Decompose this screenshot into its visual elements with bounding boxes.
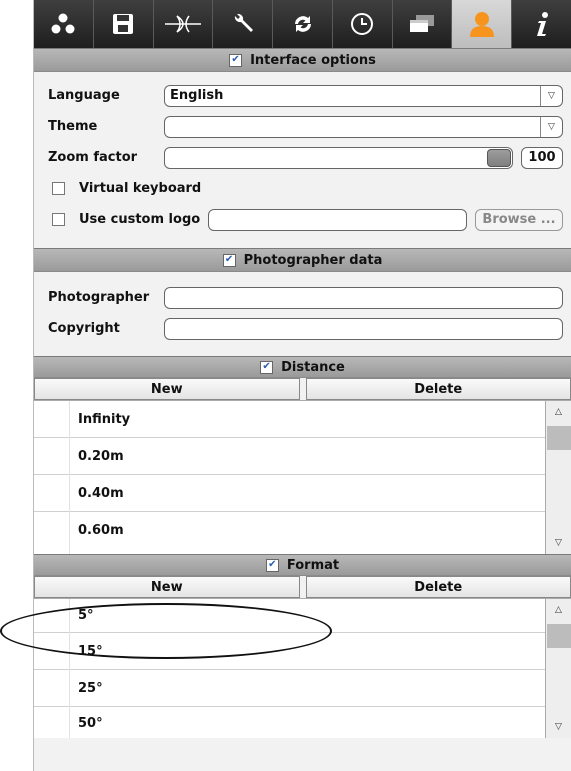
copyright-label: Copyright bbox=[48, 321, 120, 336]
toolbar-button-sync[interactable] bbox=[273, 0, 333, 48]
theme-row: Theme ▽ bbox=[34, 111, 571, 142]
language-value: English bbox=[170, 88, 224, 103]
photographer-input[interactable] bbox=[164, 286, 563, 309]
chevron-down-icon[interactable]: ▽ bbox=[540, 116, 562, 137]
browse-button[interactable]: Browse ... bbox=[475, 208, 563, 231]
format-list: 5° 15° 25° 50° △ ▽ bbox=[34, 598, 571, 738]
scrollbar-thumb[interactable] bbox=[547, 426, 571, 450]
section-checkbox[interactable]: ✔ bbox=[229, 53, 243, 67]
scrollbar-thumb[interactable] bbox=[547, 624, 571, 648]
format-scrollbar[interactable]: △ ▽ bbox=[545, 599, 571, 738]
scroll-down-icon[interactable]: ▽ bbox=[546, 716, 571, 738]
zoom-row: Zoom factor 100 bbox=[34, 142, 571, 173]
distance-button-row: New Delete bbox=[34, 378, 571, 400]
scroll-down-icon[interactable]: ▽ bbox=[546, 532, 571, 554]
wrench-icon bbox=[230, 11, 256, 37]
photographer-label: Photographer bbox=[48, 290, 150, 305]
virtual-keyboard-checkbox[interactable] bbox=[52, 182, 65, 195]
theme-select[interactable]: ▽ bbox=[164, 115, 563, 138]
section-header-format[interactable]: ✔ Format bbox=[34, 554, 571, 576]
format-new-button[interactable]: New bbox=[34, 576, 300, 598]
toolbar-button-general[interactable] bbox=[34, 0, 94, 48]
section-title: Interface options bbox=[250, 52, 376, 68]
section-header-distance[interactable]: ✔ Distance bbox=[34, 356, 571, 378]
scroll-up-icon[interactable]: △ bbox=[546, 401, 571, 423]
section-checkbox[interactable]: ✔ bbox=[265, 558, 279, 572]
copyright-row: Copyright bbox=[34, 313, 571, 344]
zoom-value-field[interactable]: 100 bbox=[521, 146, 563, 169]
custom-logo-label: Use custom logo bbox=[79, 212, 201, 227]
format-button-row: New Delete bbox=[34, 576, 571, 598]
dots-icon bbox=[49, 12, 77, 36]
section-title: Distance bbox=[281, 359, 345, 375]
clock-icon bbox=[349, 11, 375, 37]
distance-list: Infinity 0.20m 0.40m 0.60m △ ▽ bbox=[34, 400, 571, 554]
section-header-photographer-data[interactable]: ✔ Photographer data bbox=[34, 248, 571, 272]
toolbar-button-lens[interactable] bbox=[154, 0, 214, 48]
list-item[interactable]: Infinity bbox=[34, 401, 545, 438]
distance-delete-button[interactable]: Delete bbox=[305, 378, 571, 400]
save-icon bbox=[111, 12, 135, 36]
distance-new-button[interactable]: New bbox=[34, 378, 300, 400]
virtual-keyboard-row: Virtual keyboard bbox=[34, 173, 571, 204]
copyright-input[interactable] bbox=[164, 317, 563, 340]
section-title: Format bbox=[286, 557, 340, 573]
distance-scrollbar[interactable]: △ ▽ bbox=[545, 401, 571, 554]
info-icon bbox=[531, 10, 553, 38]
windows-icon bbox=[407, 12, 437, 36]
zoom-label: Zoom factor bbox=[48, 150, 138, 165]
theme-label: Theme bbox=[48, 119, 98, 134]
list-item[interactable]: 0.40m bbox=[34, 475, 545, 512]
custom-logo-row: Use custom logo Browse ... bbox=[34, 204, 571, 235]
list-item[interactable]: 15° bbox=[34, 633, 545, 670]
user-icon bbox=[467, 9, 497, 39]
virtual-keyboard-label: Virtual keyboard bbox=[79, 181, 202, 196]
section-header-interface-options[interactable]: ✔ Interface options bbox=[34, 48, 571, 72]
sync-icon bbox=[290, 11, 316, 37]
toolbar-button-tools[interactable] bbox=[213, 0, 274, 48]
custom-logo-checkbox[interactable] bbox=[52, 213, 65, 226]
toolbar-button-save[interactable] bbox=[94, 0, 154, 48]
list-item[interactable]: 0.60m bbox=[34, 512, 545, 549]
zoom-slider-thumb[interactable] bbox=[487, 148, 511, 167]
section-title: Photographer data bbox=[243, 252, 383, 268]
toolbar-button-time[interactable] bbox=[333, 0, 393, 48]
list-gutter bbox=[34, 599, 70, 738]
list-item[interactable]: 5° bbox=[34, 599, 545, 633]
list-gutter bbox=[34, 401, 70, 554]
toolbar-button-info[interactable] bbox=[512, 0, 571, 48]
language-label: Language bbox=[48, 88, 120, 103]
chevron-down-icon[interactable]: ▽ bbox=[540, 85, 562, 106]
scroll-up-icon[interactable]: △ bbox=[546, 599, 571, 621]
list-item[interactable]: 25° bbox=[34, 670, 545, 707]
toolbar bbox=[34, 0, 571, 48]
list-item[interactable]: 0.20m bbox=[34, 438, 545, 475]
toolbar-button-user[interactable] bbox=[452, 0, 513, 48]
photographer-row: Photographer bbox=[34, 282, 571, 313]
zoom-slider[interactable] bbox=[164, 146, 513, 169]
toolbar-button-windows[interactable] bbox=[393, 0, 453, 48]
custom-logo-input[interactable] bbox=[208, 208, 467, 231]
language-row: Language English ▽ bbox=[34, 80, 571, 111]
format-delete-button[interactable]: Delete bbox=[305, 576, 571, 598]
section-checkbox[interactable]: ✔ bbox=[260, 360, 274, 374]
section-checkbox[interactable]: ✔ bbox=[222, 253, 236, 267]
list-item[interactable]: 50° bbox=[34, 707, 545, 739]
lens-icon bbox=[163, 12, 203, 36]
language-select[interactable]: English ▽ bbox=[164, 84, 563, 107]
settings-panel: ✔ Interface options Language English ▽ T… bbox=[33, 0, 571, 771]
